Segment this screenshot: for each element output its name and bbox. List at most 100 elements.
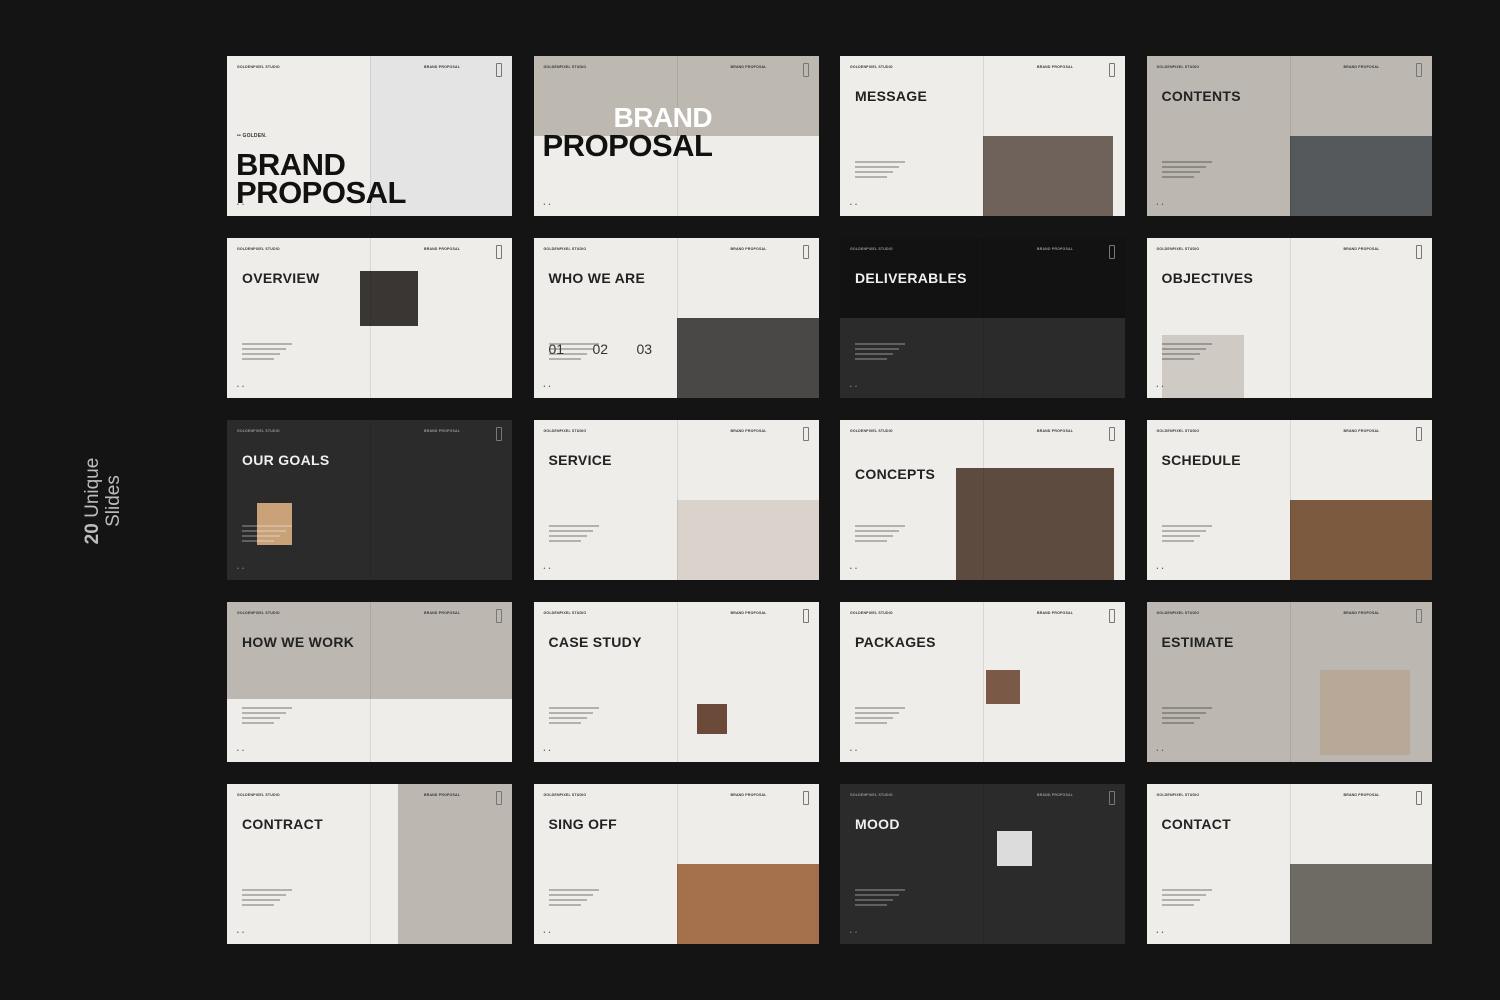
bookmark-icon	[1109, 245, 1115, 259]
slide-dots: • •	[1156, 566, 1165, 572]
slide-title: CASE STUDY	[548, 634, 642, 650]
placeholder-text-line	[1161, 348, 1206, 350]
slide-image	[1289, 864, 1432, 944]
slide-header-proposal: BRAND PROPOSAL	[730, 611, 767, 615]
placeholder-text-line	[1161, 161, 1212, 163]
slide-thumbnail-service[interactable]: GOLDENPIXEL STUDIO BRAND PROPOSAL • • SERVI…	[533, 420, 819, 580]
slide-header-proposal: BRAND PROPOSAL	[1037, 611, 1074, 615]
slide-divider	[370, 784, 371, 944]
placeholder-text-line	[548, 530, 593, 532]
slide-image	[398, 784, 512, 944]
slide-divider	[983, 238, 984, 398]
slide-thumbnail-contract[interactable]: GOLDENPIXEL STUDIO BRAND PROPOSAL • • CONTR…	[227, 784, 512, 944]
placeholder-text-line	[855, 530, 899, 532]
placeholder-text-line	[548, 722, 581, 724]
slide-header-studio: GOLDENPIXEL STUDIO	[1156, 65, 1200, 69]
slide-thumbnail-case-study[interactable]: GOLDENPIXEL STUDIO BRAND PROPOSAL • • CASE …	[533, 602, 819, 762]
bookmark-icon	[802, 791, 809, 805]
slide-thumbnail-message[interactable]: GOLDENPIXEL STUDIO BRAND PROPOSAL • • MESSA…	[840, 56, 1125, 216]
placeholder-text-line	[1161, 358, 1194, 360]
slide-thumbnail-contents[interactable]: GOLDENPIXEL STUDIO BRAND PROPOSAL • • CONTE…	[1146, 56, 1432, 216]
slide-divider	[676, 420, 678, 580]
slide-title: OBJECTIVES	[1161, 270, 1254, 286]
slide-header-proposal: BRAND PROPOSAL	[1037, 65, 1074, 69]
slide-header-studio: GOLDENPIXEL STUDIO	[1156, 429, 1200, 433]
placeholder-text-line	[855, 171, 893, 173]
slide-thumbnail-sing-off[interactable]: GOLDENPIXEL STUDIO BRAND PROPOSAL • • SING …	[533, 784, 819, 944]
slide-count-label: 20 Unique Slides	[82, 457, 124, 545]
placeholder-text-line	[242, 540, 274, 542]
slide-header-proposal: BRAND PROPOSAL	[730, 247, 767, 251]
slide-thumbnail-objectives[interactable]: GOLDENPIXEL STUDIO BRAND PROPOSAL • • OBJEC…	[1146, 238, 1432, 398]
slide-title: SING OFF	[548, 816, 618, 832]
slide-header-proposal: BRAND PROPOSAL	[730, 429, 767, 433]
slide-number: 03	[636, 341, 653, 357]
placeholder-text-line	[1161, 712, 1206, 714]
slide-thumbnail-deliverables[interactable]: GOLDENPIXEL STUDIO BRAND PROPOSAL • • DELIV…	[840, 238, 1125, 398]
slide-title: HOW WE WORK	[242, 634, 355, 650]
placeholder-text-line	[1161, 899, 1200, 901]
slide-thumbnail-brand-proposal[interactable]: GOLDENPIXEL STUDIO BRAND PROPOSAL • • BRAND…	[227, 56, 512, 216]
slide-thumbnail-overview[interactable]: GOLDENPIXEL STUDIO BRAND PROPOSAL • • OVERV…	[227, 238, 512, 398]
placeholder-text-line	[548, 904, 581, 906]
placeholder-text-line	[1161, 904, 1194, 906]
placeholder-text-line	[242, 894, 286, 896]
placeholder-text-line	[1161, 717, 1200, 719]
slide-title: ESTIMATE	[1161, 634, 1234, 650]
slide-image	[696, 704, 727, 734]
slide-thumbnail-packages[interactable]: GOLDENPIXEL STUDIO BRAND PROPOSAL • • PACKA…	[840, 602, 1125, 762]
slide-thumbnail-contact[interactable]: GOLDENPIXEL STUDIO BRAND PROPOSAL • • CONTA…	[1146, 784, 1432, 944]
slide-thumbnail-how-we-work[interactable]: GOLDENPIXEL STUDIO BRAND PROPOSAL • • HOW W…	[227, 602, 512, 762]
slide-dots: • •	[850, 748, 858, 754]
bookmark-icon	[802, 609, 809, 623]
slide-dots: • •	[1156, 748, 1165, 754]
slide-dots: • •	[1156, 930, 1165, 936]
slide-dots: • •	[237, 748, 245, 754]
slide-thumbnail-mood[interactable]: GOLDENPIXEL STUDIO BRAND PROPOSAL • • MOOD	[840, 784, 1125, 944]
placeholder-text-line	[855, 717, 893, 719]
placeholder-text-line	[855, 899, 893, 901]
bookmark-icon	[496, 609, 502, 623]
slide-image	[676, 500, 819, 580]
slide-header-studio: GOLDENPIXEL STUDIO	[850, 247, 893, 251]
placeholder-text-line	[1161, 540, 1194, 542]
slide-thumbnail-estimate[interactable]: GOLDENPIXEL STUDIO BRAND PROPOSAL • • ESTIM…	[1146, 602, 1432, 762]
bookmark-icon	[1109, 63, 1115, 77]
slide-divider	[983, 420, 984, 580]
placeholder-text-line	[548, 899, 587, 901]
slide-title: PACKAGES	[855, 634, 936, 650]
placeholder-text-line	[548, 717, 587, 719]
slide-thumbnail-our-goals[interactable]: GOLDENPIXEL STUDIO BRAND PROPOSAL • • OUR G…	[227, 420, 512, 580]
placeholder-text-line	[242, 712, 286, 714]
slide-image	[676, 864, 819, 944]
bookmark-icon	[1415, 791, 1422, 805]
slide-title: MOOD	[855, 816, 900, 832]
placeholder-text-line	[242, 343, 292, 345]
bookmark-icon	[1109, 427, 1115, 441]
slide-header-studio: GOLDENPIXEL STUDIO	[543, 429, 587, 433]
slide-header-proposal: BRAND PROPOSAL	[730, 65, 767, 69]
slide-image	[257, 503, 292, 545]
slide-header-studio: GOLDENPIXEL STUDIO	[850, 429, 893, 433]
slide-divider	[1289, 238, 1291, 398]
slide-dots: • •	[543, 566, 552, 572]
bookmark-icon	[496, 63, 502, 77]
slide-header-proposal: BRAND PROPOSAL	[1343, 247, 1380, 251]
bookmark-icon	[802, 63, 809, 77]
placeholder-text-line	[1161, 894, 1206, 896]
slide-dots: • •	[1156, 202, 1165, 208]
bookmark-icon	[1415, 609, 1422, 623]
slide-big-title-line2: PROPOSAL	[542, 128, 713, 163]
placeholder-text-line	[1161, 171, 1200, 173]
slide-thumbnail-brand-proposal[interactable]: GOLDENPIXEL STUDIO BRAND PROPOSAL • • BRAND…	[533, 56, 819, 216]
placeholder-text-line	[855, 343, 905, 345]
slide-thumbnail-who-we-are[interactable]: GOLDENPIXEL STUDIO BRAND PROPOSAL • • WHO W…	[533, 238, 819, 398]
slide-number: 02	[592, 341, 609, 357]
placeholder-text-line	[548, 894, 593, 896]
slide-number: 01	[548, 341, 565, 357]
slide-thumbnail-concepts[interactable]: GOLDENPIXEL STUDIO BRAND PROPOSAL • • CONCE…	[840, 420, 1125, 580]
slide-header-proposal: BRAND PROPOSAL	[1343, 65, 1380, 69]
placeholder-text-line	[1161, 343, 1212, 345]
slide-thumbnail-schedule[interactable]: GOLDENPIXEL STUDIO BRAND PROPOSAL • • SCHED…	[1146, 420, 1432, 580]
placeholder-text-line	[855, 707, 905, 709]
